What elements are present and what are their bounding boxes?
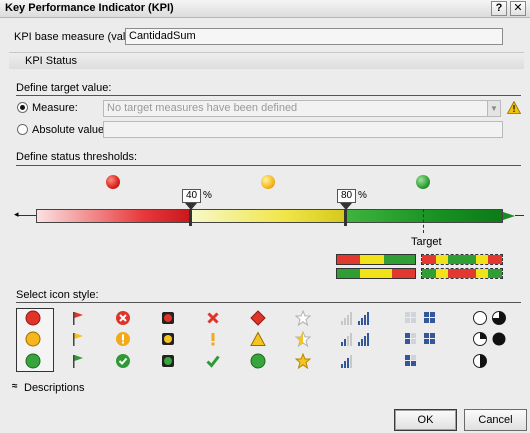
boxes-low-icon	[404, 310, 440, 326]
measure-label: Measure:	[32, 102, 78, 114]
cancel-button[interactable]: Cancel	[464, 409, 527, 431]
red-square-light-icon	[160, 310, 176, 326]
tab-label: KPI Status	[25, 55, 77, 67]
double-chevron-up-icon[interactable]: ≈	[12, 381, 18, 392]
icon-style-flags[interactable]	[66, 310, 94, 380]
green-circle-shape-icon	[250, 353, 266, 369]
target-section-label: Define target value:	[16, 82, 112, 94]
chevron-down-icon[interactable]: ▼	[487, 101, 500, 116]
signal-bars-mid-icon	[340, 331, 376, 347]
yellow-triangle-icon	[250, 331, 266, 347]
help-button[interactable]: ?	[491, 1, 507, 16]
preset-low-good[interactable]	[336, 254, 416, 265]
absolute-value-radio[interactable]	[17, 124, 28, 135]
icon-style-traffic-lights[interactable]	[21, 310, 49, 380]
divider	[16, 302, 521, 303]
boxes-high-icon	[404, 353, 440, 369]
high-threshold-slider-line[interactable]	[344, 209, 347, 226]
green-square-light-icon	[160, 353, 176, 369]
full-star-icon	[295, 353, 311, 369]
tab-kpi-status[interactable]: KPI Status	[9, 52, 524, 69]
circled-exclamation-icon	[115, 331, 131, 347]
half-star-icon	[295, 331, 311, 347]
green-circle-icon	[25, 353, 41, 369]
threshold-bar	[36, 209, 503, 223]
icon-style-pie-circles[interactable]	[468, 310, 508, 380]
preset-center-bad[interactable]	[421, 268, 503, 279]
circled-x-icon	[115, 310, 131, 326]
absolute-value-label: Absolute value:	[32, 124, 108, 136]
warning-icon	[506, 100, 522, 114]
descriptions-toggle[interactable]: Descriptions	[24, 382, 85, 394]
target-measure-dropdown[interactable]: No target measures have been defined ▼	[103, 100, 501, 117]
signal-bars-high-icon	[340, 353, 376, 369]
red-status-indicator	[106, 175, 120, 189]
signal-bars-low-icon	[340, 310, 376, 326]
red-diamond-icon	[250, 310, 266, 326]
yellow-circle-icon	[25, 331, 41, 347]
ok-button[interactable]: OK	[394, 409, 457, 431]
low-threshold-slider-line[interactable]	[189, 209, 192, 226]
window-title: Key Performance Indicator (KPI)	[5, 2, 174, 14]
high-threshold-input[interactable]: 80	[337, 189, 356, 203]
yellow-status-indicator	[261, 175, 275, 189]
green-status-indicator	[416, 175, 430, 189]
icon-style-signal-bars[interactable]	[336, 310, 376, 380]
preset-center-good[interactable]	[421, 254, 503, 265]
title-bar: Key Performance Indicator (KPI) ? ✕	[0, 0, 530, 18]
low-threshold-percent: %	[203, 190, 212, 201]
exclamation-icon	[205, 331, 221, 347]
left-axis-arrow	[17, 215, 36, 216]
high-threshold-percent: %	[358, 190, 367, 201]
pie-high-icon	[472, 353, 508, 369]
preset-high-good[interactable]	[336, 268, 416, 279]
right-axis-line	[515, 215, 524, 216]
icon-style-circled-symbols[interactable]	[111, 310, 139, 380]
divider	[16, 165, 521, 166]
icon-style-stars[interactable]	[291, 310, 319, 380]
measure-radio[interactable]	[17, 102, 28, 113]
circled-check-icon	[115, 353, 131, 369]
check-mark-icon	[205, 353, 221, 369]
icon-style-section-label: Select icon style:	[16, 289, 99, 301]
empty-star-icon	[295, 310, 311, 326]
target-label: Target	[411, 236, 442, 248]
icon-style-square-lights[interactable]	[156, 310, 184, 380]
target-measure-placeholder: No target measures have been defined	[107, 102, 298, 114]
close-button[interactable]: ✕	[510, 1, 526, 16]
target-marker	[423, 209, 424, 233]
thresholds-section-label: Define status thresholds:	[16, 151, 138, 163]
pie-low-icon	[472, 310, 508, 326]
icon-style-shapes[interactable]	[246, 310, 274, 380]
base-measure-field[interactable]: CantidadSum	[125, 28, 503, 45]
low-threshold-input[interactable]: 40	[182, 189, 201, 203]
red-circle-icon	[25, 310, 41, 326]
divider	[16, 95, 521, 96]
icon-style-boxes[interactable]	[400, 310, 440, 380]
green-flag-icon	[70, 353, 86, 369]
left-arrow-icon: ◂	[14, 209, 19, 219]
boxes-mid-icon	[404, 331, 440, 347]
red-flag-icon	[70, 310, 86, 326]
yellow-flag-icon	[70, 331, 86, 347]
pie-mid-icon	[472, 331, 508, 347]
x-mark-icon	[205, 310, 221, 326]
right-axis-arrow	[503, 212, 515, 220]
icon-style-symbols[interactable]	[201, 310, 229, 380]
absolute-value-field[interactable]	[103, 121, 503, 138]
yellow-square-light-icon	[160, 331, 176, 347]
